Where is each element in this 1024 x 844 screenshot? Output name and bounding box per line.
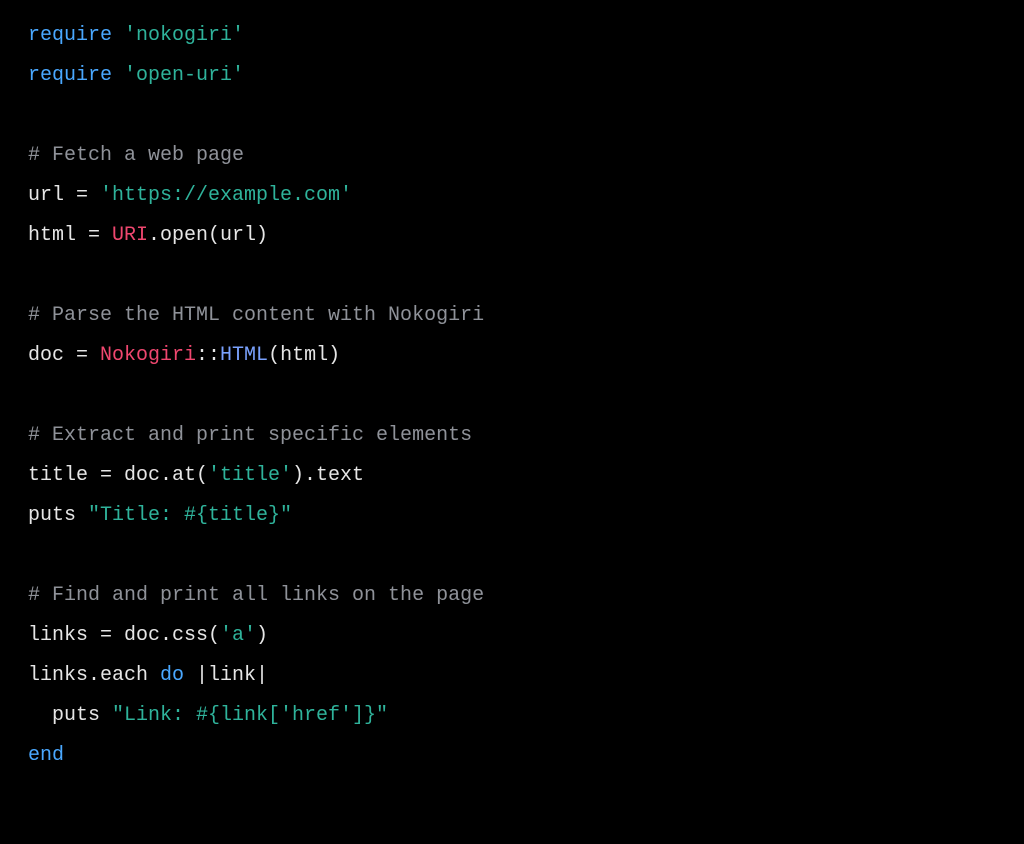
code-block: require 'nokogiri' require 'open-uri' # …	[0, 0, 1024, 792]
